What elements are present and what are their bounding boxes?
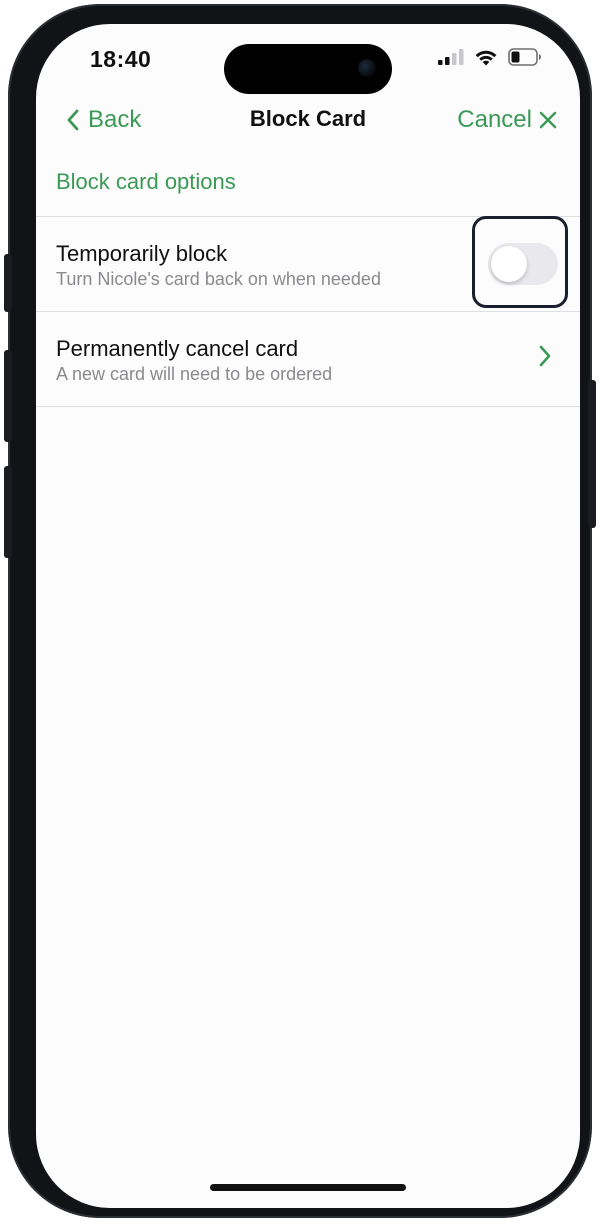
chevron-right-icon [539, 345, 551, 367]
cancel-label: Cancel [457, 106, 532, 133]
option-subtitle: A new card will need to be ordered [56, 364, 333, 384]
volume-up-button [4, 350, 12, 442]
option-subtitle: Turn Nicole's card back on when needed [56, 269, 381, 289]
home-indicator[interactable] [210, 1184, 406, 1191]
option-title: Permanently cancel card [56, 336, 299, 361]
cellular-signal-icon [438, 49, 464, 65]
status-icons [438, 48, 542, 66]
temporarily-block-toggle[interactable] [488, 243, 558, 285]
divider [36, 406, 580, 407]
toggle-knob [491, 246, 527, 282]
option-title: Temporarily block [56, 241, 228, 266]
wifi-icon [475, 50, 497, 66]
cancel-button[interactable]: Cancel [457, 106, 558, 134]
close-icon [539, 111, 557, 129]
option-permanently-cancel[interactable]: Permanently cancel card A new card will … [36, 312, 580, 406]
navigation-bar: Back Block Card Cancel [36, 94, 580, 168]
screen: 18:40 Back Block Card Cancel Block card … [36, 24, 580, 1208]
battery-icon [508, 48, 541, 66]
action-button [4, 254, 12, 312]
status-time: 18:40 [90, 46, 152, 72]
volume-down-button [4, 466, 12, 558]
power-button [588, 380, 596, 528]
phone-frame: 18:40 Back Block Card Cancel Block card … [4, 4, 596, 1218]
section-header: Block card options [56, 169, 236, 194]
dynamic-island [224, 44, 392, 94]
front-camera-icon [358, 59, 376, 77]
